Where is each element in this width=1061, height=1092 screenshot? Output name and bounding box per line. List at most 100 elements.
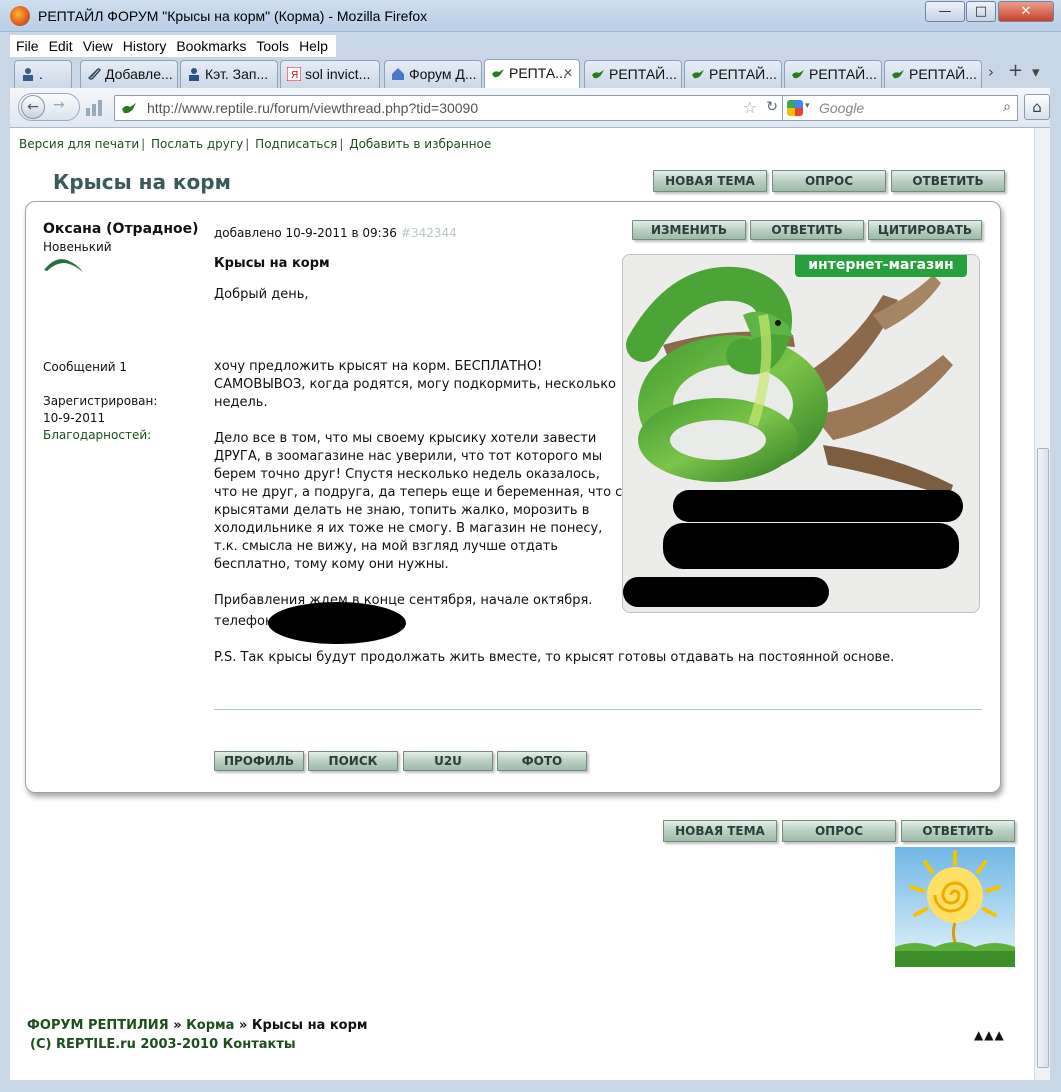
breadcrumb: ФОРУМ РЕПТИЛИЯ » Корма » Крысы на корм — [27, 1018, 368, 1033]
search-button[interactable]: ПОИСК — [308, 751, 398, 771]
lizard-icon — [792, 70, 804, 79]
thread-title: Крысы на корм — [53, 170, 231, 194]
post-paragraph — [214, 322, 624, 340]
site-lizard-icon — [122, 103, 136, 114]
tab-label: . — [39, 66, 43, 82]
tab-label: РЕПТАЙ... — [709, 66, 777, 82]
post-subject: Крысы на корм — [214, 256, 330, 271]
post-body: Добрый день, хочу предложить крысят на к… — [214, 286, 624, 628]
tab-0[interactable]: . — [14, 60, 72, 88]
post-author[interactable]: Оксана (Отрадное) — [43, 221, 199, 237]
post-divider — [214, 709, 982, 710]
post-paragraph: Дело все в том, что мы своему крысику хо… — [214, 431, 623, 572]
reload-icon[interactable]: ↻ — [766, 99, 778, 115]
poll-button[interactable]: ОПРОС — [772, 170, 886, 192]
quote-button[interactable]: ЦИТИРОВАТЬ — [868, 220, 982, 240]
home-icon[interactable]: ⌂ — [1024, 94, 1050, 120]
reply-button-bottom[interactable]: ОТВЕТИТЬ — [901, 820, 1015, 842]
tab-8[interactable]: РЕПТАЙ... — [784, 60, 882, 88]
yandex-icon: Я — [287, 67, 301, 81]
paperclip-icon — [88, 68, 101, 80]
profile-button[interactable]: ПРОФИЛЬ — [214, 751, 304, 771]
menu-history[interactable]: History — [123, 35, 167, 57]
tab-close-icon[interactable]: ✕ — [563, 60, 573, 86]
footer-copyright: (C) REPTILE.ru 2003-2010 Контакты — [30, 1037, 296, 1052]
tab-3[interactable]: Я sol invict... — [280, 60, 380, 88]
ad-redaction — [623, 577, 829, 607]
new-topic-button[interactable]: НОВАЯ ТЕМА — [653, 170, 767, 192]
breadcrumb-forum-link[interactable]: ФОРУМ РЕПТИЛИЯ — [27, 1018, 169, 1033]
bookmark-star-icon[interactable]: ☆ — [743, 98, 757, 117]
advertisement-banner[interactable]: интернет-магазин — [622, 254, 980, 613]
photo-button[interactable]: ФОТО — [497, 751, 587, 771]
tab-5-active[interactable]: РЕПТА... ✕ — [484, 59, 580, 89]
lizard-icon — [592, 70, 604, 79]
edit-button[interactable]: ИЗМЕНИТЬ — [632, 220, 746, 240]
search-engine-dropdown-icon[interactable]: ▾ — [805, 101, 810, 111]
tab-list-icon[interactable]: ▾ — [1032, 63, 1040, 81]
ad-badge: интернет-магазин — [795, 255, 967, 277]
search-placeholder: Google — [819, 100, 865, 116]
menu-help[interactable]: Help — [299, 35, 328, 57]
breadcrumb-category-link[interactable]: Корма — [186, 1018, 234, 1033]
rank-lizard-icon — [44, 259, 83, 272]
post-paragraph: Добрый день, — [214, 287, 309, 302]
tab-label: Форум Д... — [409, 66, 477, 82]
breadcrumb-separator: » — [238, 1018, 248, 1033]
ad-redaction — [663, 523, 959, 569]
tab-7[interactable]: РЕПТАЙ... — [684, 60, 782, 88]
u2u-button[interactable]: U2U — [403, 751, 493, 771]
post-reply-button[interactable]: ОТВЕТИТЬ — [750, 220, 864, 240]
poll-button-bottom[interactable]: ОПРОС — [782, 820, 896, 842]
reply-button[interactable]: ОТВЕТИТЬ — [891, 170, 1005, 192]
new-tab-icon[interactable]: + — [1008, 60, 1023, 81]
copyright-text: (C) REPTILE.ru 2003-2010 — [30, 1037, 219, 1052]
tab-label: РЕПТАЙ... — [909, 66, 977, 82]
back-arrow-icon[interactable]: ← — [21, 95, 45, 119]
post-id-link[interactable]: #342344 — [401, 226, 457, 240]
new-topic-button-bottom[interactable]: НОВАЯ ТЕМА — [663, 820, 777, 842]
window-bottom-edge — [0, 1080, 1061, 1092]
contacts-link[interactable]: Контакты — [223, 1037, 296, 1052]
search-icon[interactable]: ⌕ — [1003, 99, 1011, 115]
page-scrollbar[interactable] — [1034, 128, 1050, 1080]
tab-4[interactable]: Форум Д... — [384, 60, 482, 88]
print-version-link[interactable]: Версия для печати — [19, 137, 139, 151]
send-to-friend-link[interactable]: Послать другу — [151, 137, 243, 151]
tab-1[interactable]: Добавле... — [80, 60, 178, 88]
tab-label: РЕПТАЙ... — [809, 66, 877, 82]
lizard-icon — [492, 69, 504, 78]
menu-view[interactable]: View — [83, 35, 113, 57]
minimize-button[interactable]: — — [925, 1, 965, 22]
scrollbar-thumb[interactable] — [1037, 448, 1049, 1068]
post-ps: P.S. Так крысы будут продолжать жить вме… — [214, 650, 895, 665]
add-to-favorites-link[interactable]: Добавить в избранное — [349, 137, 491, 151]
search-bar[interactable]: ▾ Google ⌕ — [782, 95, 1018, 121]
back-forward-group: ← → — [18, 93, 80, 121]
menu-bookmarks[interactable]: Bookmarks — [176, 35, 246, 57]
navigation-toolbar: ← → http://www.reptile.ru/forum/viewthre… — [10, 88, 1050, 128]
maximize-button[interactable]: □ — [966, 1, 996, 22]
post-date: добавлено 10-9-2011 в 09:36 #342344 — [214, 226, 457, 240]
tab-9[interactable]: РЕПТАЙ... — [884, 60, 982, 88]
close-button[interactable]: ✕ — [998, 1, 1054, 22]
scroll-to-top-icon[interactable]: ▲▲▲ — [974, 1028, 1005, 1042]
menu-tools[interactable]: Tools — [256, 35, 289, 57]
post-date-text: добавлено 10-9-2011 в 09:36 — [214, 226, 397, 240]
tab-2[interactable]: Кэт. Зап... — [180, 60, 278, 88]
bookmarks-bar-icon[interactable] — [84, 98, 106, 118]
tab-scroll-right-icon[interactable]: › — [988, 63, 994, 81]
forward-arrow-icon[interactable]: → — [53, 97, 65, 113]
menu-bar: File Edit View History Bookmarks Tools H… — [10, 35, 336, 57]
house-icon — [392, 68, 404, 80]
menu-edit[interactable]: Edit — [49, 35, 73, 57]
svg-text:Я: Я — [291, 70, 298, 81]
url-bar[interactable]: http://www.reptile.ru/forum/viewthread.p… — [114, 95, 784, 121]
tab-bar: . Добавле... Кэт. Зап... Я sol invict...… — [14, 58, 1050, 89]
menu-file[interactable]: File — [16, 35, 39, 57]
subscribe-link[interactable]: Подписаться — [255, 137, 337, 151]
breadcrumb-current: Крысы на корм — [251, 1018, 368, 1033]
window-titlebar: РЕПТАЙЛ ФОРУМ "Крысы на корм" (Корма) - … — [0, 0, 1061, 32]
sunflower-banner-image[interactable] — [895, 847, 1015, 967]
tab-6[interactable]: РЕПТАЙ... — [584, 60, 682, 88]
